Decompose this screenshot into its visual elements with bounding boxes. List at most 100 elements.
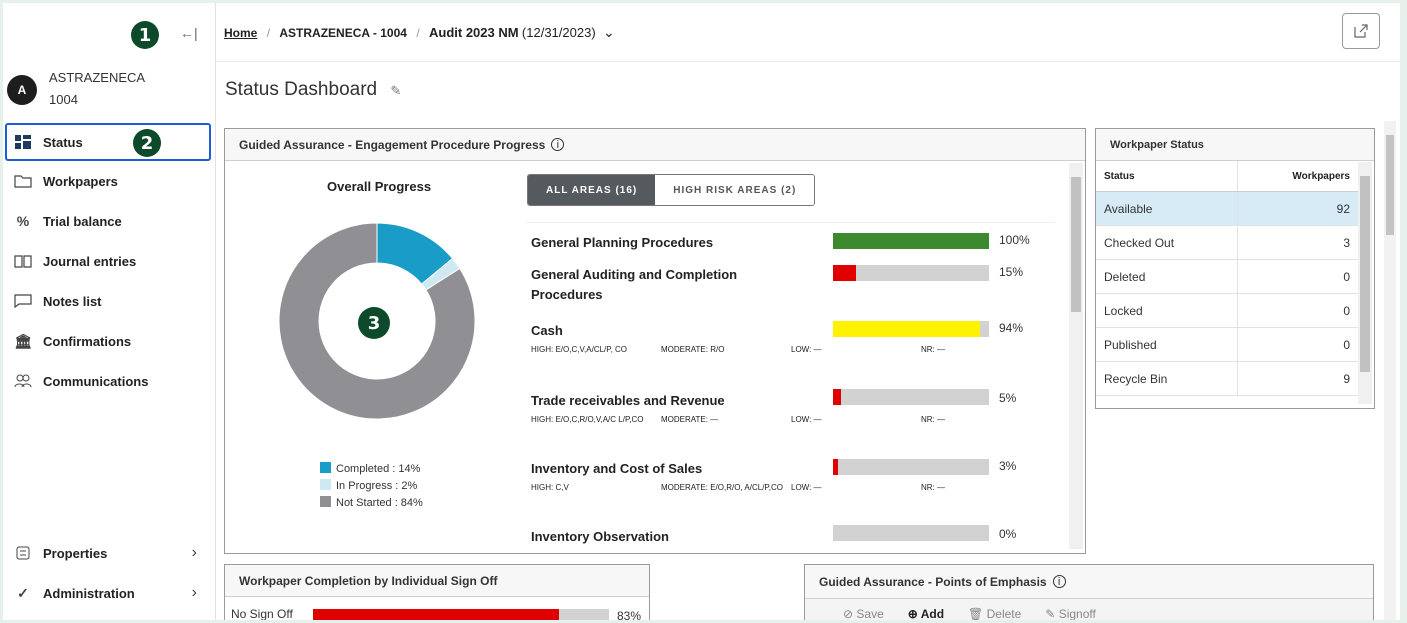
table-scrollbar[interactable] [1358,162,1372,404]
signoff-completion-panel: Workpaper Completion by Individual Sign … [224,564,650,620]
risk-moderate: MODERATE: — [661,415,719,424]
area-name: Inventory and Cost of Sales [531,461,703,476]
chevron-down-icon[interactable]: ⌄ [603,24,615,40]
legend-item: Completed : 14% [320,461,423,478]
progress-bar [833,459,989,475]
sidebar-item-journal-entries[interactable]: Journal entries [3,241,215,281]
risk-low: LOW: — [791,345,822,354]
progress-bar [833,389,989,405]
edit-pencil-icon[interactable]: ✎ [390,83,401,98]
progress-bar-fill [833,459,838,475]
sidebar-item-label: Properties [43,545,108,561]
trash-icon: 🗑 [968,607,987,620]
properties-icon [13,545,33,561]
risk-levels: HIGH: C,V MODERATE: E/O,R/O, A/CL/P,CO L… [531,483,1071,492]
count-cell: 92 [1236,191,1358,226]
sidebar-item-communications[interactable]: Communications [3,361,215,401]
info-icon[interactable]: i [1052,575,1066,588]
area-name: Cash [531,323,563,338]
sidebar-item-properties[interactable]: Properties › [3,533,215,573]
area-name: Trade receivables and Revenue [531,393,725,408]
column-header[interactable]: Status [1096,161,1238,192]
scrollbar-thumb[interactable] [1071,177,1081,312]
risk-low: LOW: — [791,483,822,492]
chevron-right-icon: › [191,584,197,601]
signoff-label: No Sign Off [231,607,293,620]
callout-badge-1: 1 [131,21,159,49]
table-row[interactable]: Locked 0 [1096,293,1358,328]
area-row[interactable]: Inventory and Cost of Sales 3% HIGH: C,V… [531,459,1071,492]
table-row[interactable]: Published 0 [1096,327,1358,362]
legend-item: Not Started : 84% [320,495,423,512]
add-icon: ⊕ [907,607,921,620]
panel-scrollbar[interactable] [1069,163,1083,549]
client-name: ASTRAZENECA [49,70,146,85]
sidebar: 1 ←| A ASTRAZENECA 1004 Status 2 Workpap… [3,3,216,620]
sidebar-item-label: Communications [43,373,149,389]
area-row[interactable]: Inventory Observation 0% [531,525,1071,547]
table-row[interactable]: Deleted 0 [1096,259,1358,294]
add-button[interactable]: ⊕ Add [908,607,944,620]
progress-bar-fill [833,389,841,405]
tab-high-risk-areas[interactable]: HIGH RISK AREAS (2) [655,175,815,205]
sidebar-item-label: Status [43,134,83,150]
table-row[interactable]: Checked Out 3 [1096,225,1358,260]
sidebar-item-administration[interactable]: ✓ Administration › [3,573,215,613]
sidebar-item-label: Journal entries [43,253,137,269]
progress-bar [833,525,989,541]
breadcrumb-home[interactable]: Home [224,26,257,40]
delete-button[interactable]: 🗑 Delete [968,607,1021,620]
progress-bar-fill [833,265,857,281]
sidebar-item-label: Administration [43,585,135,601]
area-row[interactable]: General Planning Procedures 100% [531,233,1071,253]
sidebar-item-notes-list[interactable]: Notes list [3,281,215,321]
breadcrumb: Home / ASTRAZENECA - 1004 / Audit 2023 N… [224,24,615,40]
sidebar-bottom-nav: Properties › ✓ Administration › [3,533,215,613]
risk-moderate: MODERATE: E/O,R/O, A/CL/P,CO [661,483,783,492]
percent-icon: % [16,213,30,229]
panel-title: Workpaper Status [1110,138,1204,151]
app-frame: 1 ←| A ASTRAZENECA 1004 Status 2 Workpap… [3,3,1400,620]
avatar: A [7,75,37,105]
client-header: A ASTRAZENECA 1004 [7,67,145,111]
table-row[interactable]: Recycle Bin 9 [1096,361,1358,396]
table-header-row: Status Workpapers [1096,161,1358,192]
risk-moderate: MODERATE: R/O [661,345,725,354]
client-id: 1004 [49,92,78,107]
chevron-right-icon: › [191,544,197,561]
collapse-sidebar-icon[interactable]: ←| [180,25,198,41]
breadcrumb-audit[interactable]: Audit 2023 NM [429,25,519,40]
page-scrollbar[interactable] [1384,121,1396,620]
area-percent: 3% [999,459,1017,473]
count-cell: 0 [1236,259,1358,294]
signoff-button[interactable]: ✎ Signoff [1045,607,1096,620]
area-row[interactable]: Cash 94% HIGH: E/O,C,V,A/CL/P, CO MODERA… [531,321,1071,354]
scrollbar-thumb[interactable] [1360,176,1370,372]
status-cell: Checked Out [1096,225,1238,260]
sidebar-item-trial-balance[interactable]: % Trial balance [3,201,215,241]
count-cell: 3 [1236,225,1358,260]
area-percent: 100% [999,233,1030,247]
dashboard-icon [13,134,33,150]
sidebar-nav: Status 2 Workpapers % Trial balance Jour… [3,123,215,401]
sidebar-item-workpapers[interactable]: Workpapers [3,161,215,201]
area-row[interactable]: General Auditing and Completion Procedur… [531,265,1071,305]
count-cell: 0 [1236,293,1358,328]
open-external-button[interactable] [1342,13,1380,49]
sidebar-item-status[interactable]: Status 2 [5,123,211,161]
save-button[interactable]: ⊘ Save [843,607,884,620]
sidebar-item-confirmations[interactable]: 🏛 Confirmations [3,321,215,361]
table-row[interactable]: Available 92 [1096,191,1358,226]
tab-all-areas[interactable]: ALL AREAS (16) [528,175,656,205]
scrollbar-thumb[interactable] [1386,135,1394,235]
status-cell: Deleted [1096,259,1238,294]
area-row[interactable]: Trade receivables and Revenue 5% HIGH: E… [531,389,1071,424]
column-header[interactable]: Workpapers [1236,161,1358,192]
info-icon[interactable]: i [551,138,565,151]
breadcrumb-audit-date: (12/31/2023) [521,25,596,40]
area-name: General Auditing and Completion Procedur… [531,267,738,302]
breadcrumb-client[interactable]: ASTRAZENECA - 1004 [279,26,407,40]
external-link-icon [1354,24,1368,38]
sidebar-item-label: Trial balance [43,213,122,229]
risk-nr: NR: — [921,415,945,424]
